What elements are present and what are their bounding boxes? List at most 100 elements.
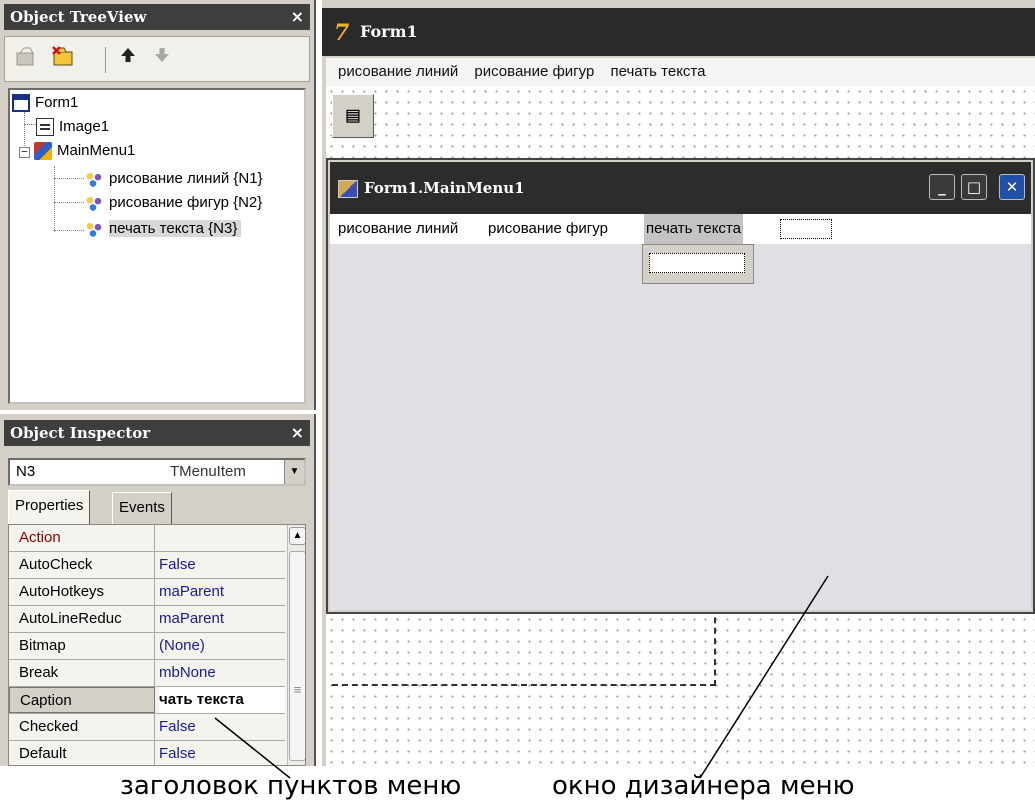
- designer-menu-item-print-text[interactable]: печать текста: [644, 214, 743, 244]
- tree-node-n1[interactable]: рисование линий {N1}: [84, 168, 263, 190]
- form1-menu-item-shapes[interactable]: рисование фигур: [474, 58, 594, 86]
- property-value[interactable]: mbNone: [159, 660, 285, 686]
- tree-node-form1[interactable]: Form1: [12, 92, 78, 114]
- toolbar-separator: [105, 47, 106, 73]
- property-row-default[interactable]: Default False: [9, 741, 285, 765]
- tree-connector: [24, 124, 36, 125]
- form1-menu-bar: рисование линий рисование фигур печать т…: [326, 58, 1035, 86]
- property-name: Caption: [9, 687, 155, 713]
- property-row-action[interactable]: Action: [9, 525, 285, 552]
- tree-node-n3[interactable]: печать текста {N3}: [84, 218, 242, 240]
- collapse-icon[interactable]: −: [19, 147, 30, 158]
- tree-node-label: Image1: [59, 118, 110, 135]
- menu-caption-annotation: заголовок пунктов меню: [120, 771, 462, 801]
- menu-designer-title-bar: Form1.MainMenu1 _ □ ✕: [330, 162, 1031, 214]
- new-item-icon[interactable]: [11, 45, 41, 73]
- property-grid-scrollbar[interactable]: ▲ ≡: [287, 525, 305, 765]
- form1-menu-item-lines[interactable]: рисование линий: [338, 58, 458, 86]
- tree-node-label: печать текста {N3}: [109, 220, 242, 237]
- tree-node-label: MainMenu1: [57, 142, 136, 159]
- property-row-autocheck[interactable]: AutoCheck False: [9, 552, 285, 579]
- object-inspector-panel: Object Inspector × N3 TMenuItem ▼ Proper…: [0, 414, 316, 766]
- mainmenu-icon: [34, 142, 52, 161]
- menuitem-icon: [84, 170, 104, 189]
- menu-designer-icon: [338, 180, 358, 198]
- treeview-close-icon[interactable]: ×: [291, 4, 304, 30]
- menuitem-icon: [84, 220, 104, 239]
- property-name: AutoCheck: [9, 552, 155, 578]
- component-tree[interactable]: Form1 Image1 − MainMenu1 рисование линий…: [8, 88, 306, 404]
- tree-connector: [54, 230, 84, 231]
- menu-designer-annotation: окно дизайнера меню: [552, 771, 855, 801]
- object-treeview-panel: Object TreeView × Form1 Image1 − MainMen…: [0, 0, 316, 410]
- property-value[interactable]: maParent: [159, 579, 285, 605]
- menuitem-icon: [84, 194, 104, 213]
- treeview-title: Object TreeView: [10, 8, 147, 26]
- caption-value-input[interactable]: чать текста: [159, 687, 285, 713]
- property-name: AutoLineReduc: [9, 606, 155, 632]
- tab-events[interactable]: Events: [112, 492, 172, 524]
- property-row-bitmap[interactable]: Bitmap (None): [9, 633, 285, 660]
- tree-connector: [54, 202, 84, 203]
- form1-title: Form1: [360, 22, 418, 41]
- new-submenu-item-placeholder[interactable]: [649, 253, 745, 273]
- tree-node-image1[interactable]: Image1: [36, 116, 109, 138]
- delphi-logo-icon: 7: [334, 19, 350, 46]
- menu-designer-body: [330, 244, 1031, 610]
- new-menu-item-placeholder[interactable]: [780, 219, 832, 239]
- close-icon[interactable]: ✕: [999, 174, 1025, 200]
- selected-component-type: TMenuItem: [170, 463, 246, 480]
- tree-node-label: рисование линий {N1}: [109, 170, 263, 187]
- submenu-dropdown: [642, 244, 754, 284]
- tab-properties[interactable]: Properties: [8, 490, 91, 524]
- property-name: Break: [9, 660, 155, 686]
- property-value[interactable]: False: [159, 741, 285, 765]
- property-row-caption[interactable]: Caption чать текста: [9, 687, 285, 714]
- form-icon: [12, 94, 30, 113]
- treeview-toolbar: [4, 36, 310, 82]
- delete-item-icon[interactable]: [49, 45, 79, 73]
- tree-node-n2[interactable]: рисование фигур {N2}: [84, 192, 262, 214]
- property-name: Action: [9, 525, 155, 551]
- selected-component-name: N3: [16, 463, 36, 480]
- inspector-title: Object Inspector: [10, 424, 151, 442]
- minimize-icon[interactable]: _: [929, 174, 955, 200]
- menu-designer-window: Form1.MainMenu1 _ □ ✕ рисование линий ри…: [326, 158, 1035, 614]
- maximize-icon[interactable]: □: [961, 174, 987, 200]
- property-name: Checked: [9, 714, 155, 740]
- mainmenu-component-icon[interactable]: ▤: [332, 94, 374, 138]
- chevron-down-icon[interactable]: ▼: [284, 460, 304, 484]
- property-row-autohotkeys[interactable]: AutoHotkeys maParent: [9, 579, 285, 606]
- tree-connector: [24, 112, 25, 146]
- tree-connector: [54, 166, 55, 232]
- tree-connector: [54, 178, 84, 179]
- property-name: Default: [9, 741, 155, 765]
- property-value[interactable]: maParent: [159, 606, 285, 632]
- tree-node-label: Form1: [35, 94, 79, 111]
- property-row-break[interactable]: Break mbNone: [9, 660, 285, 687]
- designer-menu-item-shapes[interactable]: рисование фигур: [486, 214, 610, 244]
- arrow-up-icon[interactable]: [113, 45, 143, 73]
- property-grid: Action AutoCheck False AutoHotkeys maPar…: [8, 524, 306, 766]
- property-value[interactable]: False: [159, 552, 285, 578]
- scroll-thumb[interactable]: ≡: [289, 551, 305, 761]
- arrow-down-icon[interactable]: [147, 45, 177, 73]
- menu-designer-menu-bar: рисование линий рисование фигур печать т…: [330, 214, 1031, 244]
- property-name: AutoHotkeys: [9, 579, 155, 605]
- form1-title-bar: 7 Form1: [322, 8, 1035, 56]
- property-value[interactable]: False: [159, 714, 285, 740]
- property-value[interactable]: (None): [159, 633, 285, 659]
- property-row-autolinereduction[interactable]: AutoLineReduc maParent: [9, 606, 285, 633]
- scroll-up-icon[interactable]: ▲: [289, 527, 305, 545]
- property-row-checked[interactable]: Checked False: [9, 714, 285, 741]
- designer-menu-item-lines[interactable]: рисование линий: [336, 214, 460, 244]
- image-icon: [36, 118, 54, 137]
- property-name: Bitmap: [9, 633, 155, 659]
- component-selector[interactable]: N3 TMenuItem ▼: [8, 458, 306, 486]
- form1-menu-item-print-text[interactable]: печать текста: [611, 58, 706, 86]
- menu-designer-title: Form1.MainMenu1: [364, 179, 525, 197]
- tree-node-label: рисование фигур {N2}: [109, 194, 263, 211]
- inspector-close-icon[interactable]: ×: [291, 420, 304, 446]
- inspector-title-bar: Object Inspector ×: [4, 420, 310, 446]
- tree-node-mainmenu1[interactable]: MainMenu1: [34, 140, 135, 162]
